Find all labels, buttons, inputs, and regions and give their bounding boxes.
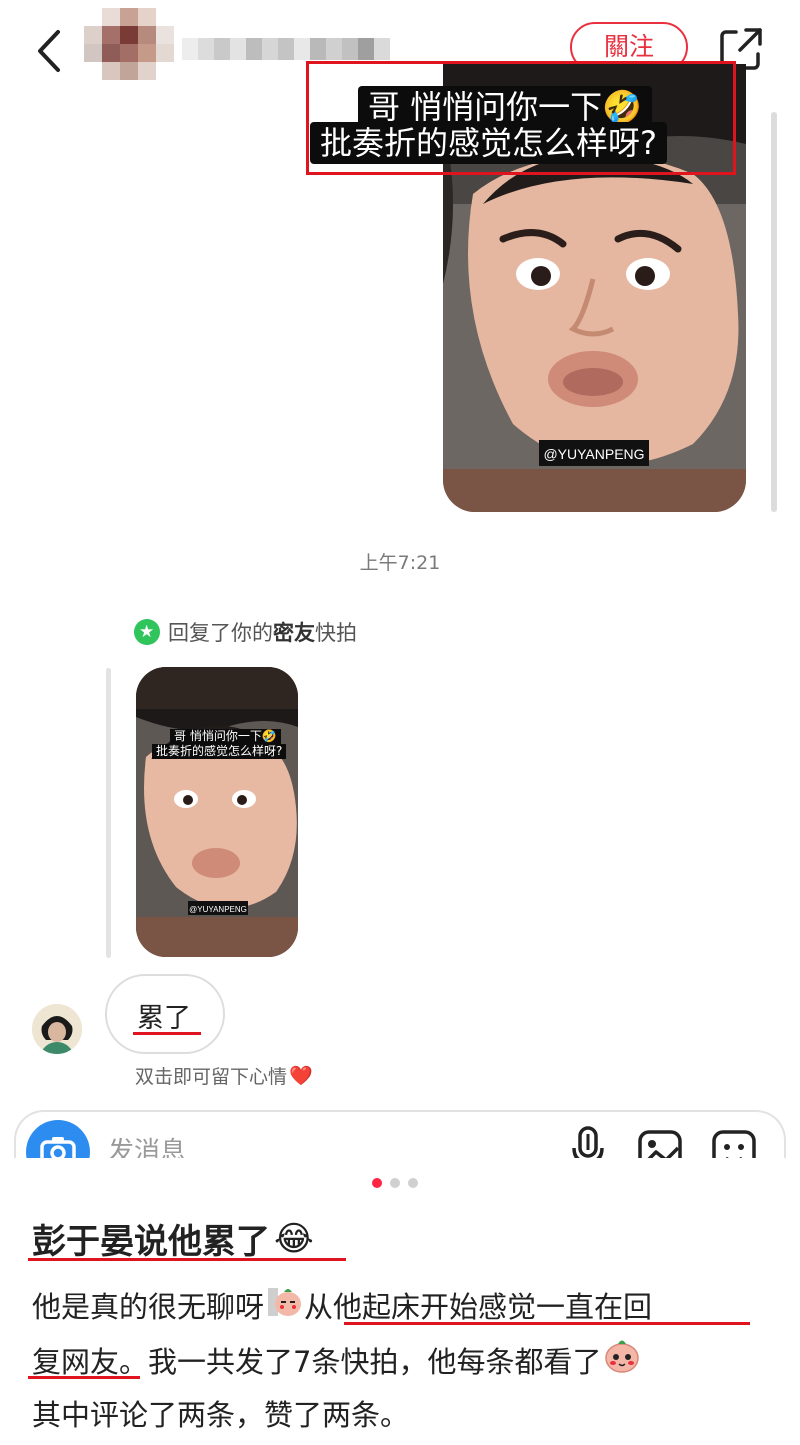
reply-note-prefix: 回复了你的 xyxy=(168,621,273,645)
post-body-segment-underlined: 复网友 xyxy=(32,1344,120,1379)
watermark-text-small: @YUYANPENG xyxy=(189,905,247,914)
close-friend-star-icon xyxy=(134,619,160,645)
post-title: 彭于晏说他累了 😂 xyxy=(32,1214,314,1263)
red-heart-icon: ❤️ xyxy=(289,1065,313,1087)
blushing-face-sticker-icon xyxy=(603,1338,641,1381)
message-text: 累了 xyxy=(137,1003,191,1034)
message-timestamp: 上午7:21 xyxy=(359,552,441,574)
face-photo-small: @YUYANPENG xyxy=(136,667,298,957)
tears-of-joy-emoji-icon: 😂 xyxy=(274,1218,314,1259)
annotation-underline xyxy=(344,1322,750,1325)
post-body-line: 复网友 。我一共发了7条快拍，他每条都看了 xyxy=(32,1338,643,1381)
reply-context-note: 回复了你的 密友 快拍 xyxy=(134,617,357,647)
post-body-line: 他是真的很无聊呀 从他起床开始感觉一直在回 xyxy=(32,1284,652,1326)
small-caption-line1: 哥 悄悄问你一下🤣 xyxy=(170,729,281,744)
post-title-text: 彭于晏说他累了 xyxy=(32,1222,270,1262)
post-body-line: 其中评论了两条，赞了两条。 xyxy=(32,1398,410,1432)
post-body-segment-underlined: 从他起床开始感觉一直在回 xyxy=(304,1290,653,1324)
quoted-snap-thumbnail[interactable]: @YUYANPENG xyxy=(136,667,298,957)
pagination-dot[interactable] xyxy=(408,1178,418,1188)
reply-note-suffix: 快拍 xyxy=(315,621,357,645)
reply-quote-line xyxy=(106,668,111,958)
post-body-segment: 。我一共发了7条快拍，他每条都看了 xyxy=(119,1344,602,1379)
message-bubble[interactable]: 累了 xyxy=(105,974,225,1054)
watermark-text: @YUYANPENG xyxy=(543,446,644,462)
scrollbar-track[interactable] xyxy=(771,112,777,512)
double-tap-hint: 双击即可留下心情 ❤️ xyxy=(135,1062,313,1089)
small-caption-line2: 批奏折的感觉怎么样呀? xyxy=(152,744,287,759)
sender-avatar[interactable] xyxy=(32,1004,82,1054)
pagination-dot[interactable] xyxy=(390,1178,400,1188)
annotation-underline xyxy=(28,1258,346,1261)
back-button[interactable] xyxy=(30,26,70,76)
chevron-left-icon xyxy=(38,30,60,72)
annotation-highlight-box xyxy=(306,61,736,175)
rofl-emoji-icon: 🤣 xyxy=(261,729,277,743)
image-pagination xyxy=(372,1178,418,1190)
pagination-dot-active[interactable] xyxy=(372,1178,382,1188)
double-tap-hint-text: 双击即可留下心情 xyxy=(135,1066,288,1088)
post-body-segment: 他是真的很无聊呀 xyxy=(32,1290,265,1324)
reply-note-bold: 密友 xyxy=(273,621,315,645)
annotation-underline xyxy=(133,1032,201,1035)
avatar-figure xyxy=(32,1004,82,1054)
shy-face-sticker-icon xyxy=(266,1286,302,1325)
annotation-underline xyxy=(28,1376,140,1379)
